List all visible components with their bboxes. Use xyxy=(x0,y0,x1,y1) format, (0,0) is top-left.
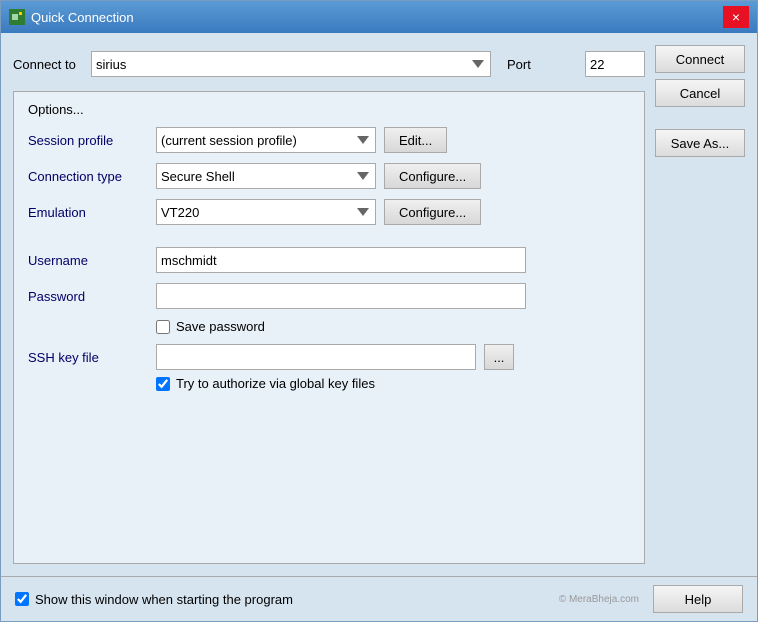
connect-to-label: Connect to xyxy=(13,57,83,72)
bottom-left: Show this window when starting the progr… xyxy=(15,592,293,607)
quick-connection-dialog: Quick Connection × Connect to sirius Por… xyxy=(0,0,758,622)
options-title: Options... xyxy=(28,102,630,117)
try-authorize-checkbox[interactable] xyxy=(156,377,170,391)
help-button[interactable]: Help xyxy=(653,585,743,613)
emulation-row: Emulation VT220 Configure... xyxy=(28,199,630,225)
try-authorize-row: Try to authorize via global key files xyxy=(156,376,630,391)
show-window-checkbox[interactable] xyxy=(15,592,29,606)
connect-button[interactable]: Connect xyxy=(655,45,745,73)
save-password-checkbox[interactable] xyxy=(156,320,170,334)
dialog-title: Quick Connection xyxy=(31,10,134,25)
edit-button[interactable]: Edit... xyxy=(384,127,447,153)
save-password-row: Save password xyxy=(156,319,630,334)
connection-type-dropdown[interactable]: Secure Shell xyxy=(156,163,376,189)
show-window-label: Show this window when starting the progr… xyxy=(35,592,293,607)
password-row: Password xyxy=(28,283,630,309)
connect-to-dropdown[interactable]: sirius xyxy=(91,51,491,77)
app-icon xyxy=(9,9,25,25)
ssh-key-browse-button[interactable]: ... xyxy=(484,344,514,370)
connect-row: Connect to sirius Port xyxy=(13,45,645,83)
port-label: Port xyxy=(507,57,577,72)
options-section: Options... Session profile (current sess… xyxy=(13,91,645,564)
connection-type-label: Connection type xyxy=(28,169,148,184)
close-button[interactable]: × xyxy=(723,6,749,28)
connection-type-row: Connection type Secure Shell Configure..… xyxy=(28,163,630,189)
dialog-body: Connect to sirius Port Options... Sessio… xyxy=(1,33,757,576)
session-profile-row: Session profile (current session profile… xyxy=(28,127,630,153)
try-authorize-label: Try to authorize via global key files xyxy=(176,376,375,391)
main-content: Connect to sirius Port Options... Sessio… xyxy=(13,45,645,564)
password-label: Password xyxy=(28,289,148,304)
ssh-key-input[interactable] xyxy=(156,344,476,370)
bottom-bar: Show this window when starting the progr… xyxy=(1,576,757,621)
side-buttons: Connect Cancel Save As... xyxy=(655,45,745,564)
password-input[interactable] xyxy=(156,283,526,309)
connection-type-configure-button[interactable]: Configure... xyxy=(384,163,481,189)
username-label: Username xyxy=(28,253,148,268)
emulation-label: Emulation xyxy=(28,205,148,220)
username-input[interactable] xyxy=(156,247,526,273)
title-bar: Quick Connection × xyxy=(1,1,757,33)
save-as-button[interactable]: Save As... xyxy=(655,129,745,157)
title-bar-left: Quick Connection xyxy=(9,9,134,25)
port-input[interactable] xyxy=(585,51,645,77)
ssh-key-row: SSH key file ... xyxy=(28,344,630,370)
username-row: Username xyxy=(28,247,630,273)
watermark: © MeraBheja.com xyxy=(559,594,643,605)
emulation-dropdown[interactable]: VT220 xyxy=(156,199,376,225)
save-password-label: Save password xyxy=(176,319,265,334)
ssh-key-label: SSH key file xyxy=(28,350,148,365)
cancel-button[interactable]: Cancel xyxy=(655,79,745,107)
session-profile-label: Session profile xyxy=(28,133,148,148)
session-profile-dropdown[interactable]: (current session profile) xyxy=(156,127,376,153)
emulation-configure-button[interactable]: Configure... xyxy=(384,199,481,225)
